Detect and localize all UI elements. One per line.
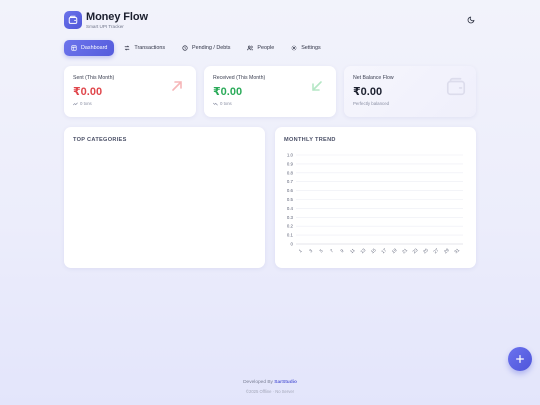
- trend-icon: [213, 102, 218, 105]
- nav-label: Settings: [301, 45, 321, 51]
- gear-icon: [291, 45, 297, 51]
- footer-note: ©2025 Offline · No Server: [245, 389, 295, 394]
- balance-label: Net Balance Flow: [353, 75, 394, 81]
- people-icon: [247, 45, 254, 51]
- x-tick-label: 15: [370, 247, 377, 254]
- sent-label: Sent (This Month): [73, 75, 115, 81]
- dashboard-icon: [71, 45, 77, 51]
- arrow-down-left-icon: [312, 81, 322, 91]
- trend-icon: [73, 102, 78, 105]
- x-tick-label: 29: [443, 247, 450, 254]
- x-tick-label: 25: [422, 247, 429, 254]
- nav-settings[interactable]: Settings: [284, 40, 327, 56]
- app-header: Money Flow Smart UPI Tracker: [64, 11, 476, 33]
- x-tick-label: 19: [391, 247, 398, 254]
- nav-label: Transactions: [134, 45, 166, 51]
- arrows-icon: [125, 45, 130, 51]
- x-tick-label: 5: [319, 248, 325, 254]
- y-tick-label: 0.1: [287, 233, 294, 238]
- y-tick-label: 0.2: [287, 224, 294, 229]
- nav-label: People: [257, 45, 275, 51]
- theme-toggle-button[interactable]: [466, 15, 476, 25]
- x-tick-label: 31: [453, 247, 460, 254]
- moon-icon: [467, 16, 475, 24]
- footer-prefix: Developed By: [243, 380, 275, 385]
- monthly-trend-panel: MONTHLY TREND 0 0.1 0.2 0.3 0.4 0.5 0.6 0.7 0.8 0…: [275, 127, 476, 268]
- received-txn-count: 0 txns: [220, 101, 232, 106]
- x-tick-label: 23: [412, 247, 419, 254]
- nav-label: Dashboard: [81, 45, 108, 51]
- y-tick-label: 0.5: [287, 197, 294, 202]
- y-tick-label: 0.4: [287, 206, 294, 211]
- clock-icon: [182, 45, 188, 51]
- x-tick-label: 11: [349, 247, 356, 254]
- y-tick-label: 0.6: [287, 188, 294, 193]
- y-tick-label: 0.8: [287, 170, 294, 175]
- x-tick-label: 7: [329, 248, 335, 254]
- nav-dashboard[interactable]: Dashboard: [64, 40, 115, 56]
- app-subtitle: Smart UPI Tracker: [86, 24, 124, 29]
- balance-card: Net Balance Flow ₹0.00 Perfectly balance…: [344, 66, 476, 117]
- received-meta: 0 txns: [213, 101, 232, 106]
- wallet-logo-icon: [64, 11, 82, 29]
- app-title: Money Flow: [86, 11, 148, 23]
- monthly-trend-chart: 00.10.20.30.40.50.60.70.80.91.01 3 5 7 9 11 13…: [287, 153, 463, 254]
- y-tick-label: 0.7: [287, 179, 294, 184]
- y-tick-label: 0: [291, 242, 294, 247]
- x-tick-label: 9: [339, 248, 345, 254]
- add-transaction-button[interactable]: [508, 347, 532, 371]
- y-tick-label: 1.0: [287, 153, 294, 158]
- balance-value: ₹0.00: [353, 86, 383, 98]
- top-categories-title: TOP CATEGORIES: [73, 137, 127, 143]
- x-tick-label: 27: [432, 247, 439, 254]
- plus-icon: [516, 355, 524, 363]
- nav-transactions[interactable]: Transactions: [117, 40, 172, 56]
- x-tick-label: 13: [359, 247, 366, 254]
- sent-card: Sent (This Month) ₹0.00 0 txns: [64, 66, 196, 117]
- x-tick-label: 21: [401, 247, 408, 254]
- x-tick-label: 17: [380, 247, 387, 254]
- received-card: Received (This Month) ₹0.00 0 txns: [204, 66, 336, 117]
- x-tick-label: 1: [298, 248, 304, 254]
- sent-value: ₹0.00: [73, 86, 103, 98]
- top-categories-panel: TOP CATEGORIES: [64, 127, 265, 268]
- nav-people[interactable]: People: [240, 40, 281, 56]
- footer-brand[interactable]: SarStudio: [274, 380, 297, 385]
- received-label: Received (This Month): [213, 75, 266, 81]
- nav-pending-debts[interactable]: Pending / Debts: [175, 40, 237, 56]
- wallet-icon: [446, 77, 466, 96]
- x-tick-label: 3: [308, 248, 314, 254]
- received-value: ₹0.00: [213, 86, 243, 98]
- sent-txn-count: 0 txns: [80, 101, 92, 106]
- nav-label: Pending / Debts: [192, 45, 231, 51]
- y-tick-label: 0.3: [287, 215, 294, 220]
- arrow-up-right-icon: [172, 81, 182, 91]
- main-nav: Dashboard Transactions Pending / Debts P…: [64, 40, 331, 56]
- balance-meta: Perfectly balanced: [353, 101, 390, 106]
- footer-credit: Developed By SarStudio: [0, 380, 540, 385]
- sent-meta: 0 txns: [73, 101, 92, 106]
- y-tick-label: 0.9: [287, 161, 294, 166]
